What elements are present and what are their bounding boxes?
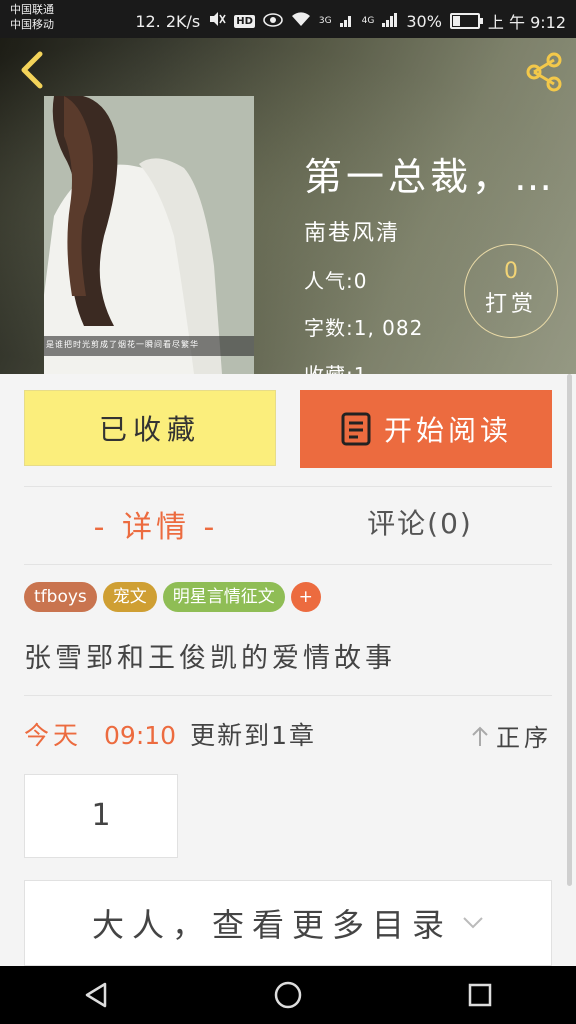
book-title: 第一总裁，… bbox=[304, 155, 557, 199]
favorites-value: :1 bbox=[346, 363, 367, 374]
system-nav-bar bbox=[0, 966, 576, 1024]
battery-percent: 30% bbox=[406, 11, 442, 31]
sort-order-label: 正序 bbox=[496, 724, 552, 752]
start-reading-label: 开始阅读 bbox=[383, 414, 512, 447]
battery-icon bbox=[449, 13, 483, 29]
status-bar: 中国联通 中国移动 12. 2K/s HD 3G 4G 30% 上 午 9:12 bbox=[0, 0, 576, 38]
wordcount-value: :1, 082 bbox=[346, 316, 424, 340]
divider bbox=[24, 564, 552, 565]
reward-count: 0 bbox=[504, 259, 518, 284]
triangle-back-icon bbox=[85, 982, 107, 1008]
popularity-value: :0 bbox=[346, 269, 368, 293]
circle-home-icon bbox=[274, 981, 302, 1009]
share-icon bbox=[526, 52, 562, 92]
chapter-number: 1 bbox=[91, 798, 111, 833]
update-day: 今天 bbox=[24, 721, 83, 750]
tag-chip[interactable]: 宠文 bbox=[102, 582, 157, 612]
nav-recents-button[interactable] bbox=[450, 973, 510, 1017]
cover-caption: 是谁把时光剪成了烟花一瞬间看尽繁华 bbox=[46, 340, 199, 349]
reward-button[interactable]: 0 打赏 bbox=[464, 244, 558, 338]
wordcount-label: 字数 bbox=[304, 316, 346, 340]
more-catalog-button[interactable]: 大人，查看更多目录 bbox=[24, 880, 552, 966]
book-author[interactable]: 南巷风清 bbox=[304, 215, 560, 247]
chevron-left-icon bbox=[21, 51, 43, 89]
clock: 上 午 9:12 bbox=[487, 13, 566, 32]
square-recents-icon bbox=[468, 983, 492, 1007]
tag-chip[interactable]: tfboys bbox=[24, 582, 97, 612]
popularity-label: 人气 bbox=[304, 269, 346, 293]
book-header: 是谁把时光剪成了烟花一瞬间看尽繁华 第一总裁，… 南巷风清 人气:0 字数:1,… bbox=[0, 38, 576, 374]
favorites-stat: 收藏:1 bbox=[304, 359, 560, 374]
mute-icon bbox=[208, 11, 226, 31]
book-icon bbox=[341, 412, 371, 446]
hd-badge: HD bbox=[234, 14, 255, 28]
scrollbar[interactable] bbox=[567, 374, 572, 886]
battery-level bbox=[452, 16, 460, 26]
favorite-label: 已收藏 bbox=[98, 413, 201, 446]
signal-icon-2 bbox=[382, 12, 398, 31]
network-4g: 4G bbox=[361, 16, 375, 26]
signal-icon-1 bbox=[339, 12, 354, 31]
favorite-button[interactable]: 已收藏 bbox=[24, 390, 276, 466]
book-description: 张雪郢和王俊凯的爱情故事 bbox=[24, 643, 396, 674]
add-tag-button[interactable]: + bbox=[290, 582, 321, 612]
update-info: 今天 09:10 更新到1章 bbox=[24, 716, 316, 752]
network-speed: 12. 2K/s bbox=[135, 11, 201, 31]
reward-label: 打赏 bbox=[484, 292, 537, 317]
carrier-info: 中国联通 中国移动 bbox=[10, 2, 54, 32]
chevron-down-icon bbox=[463, 917, 483, 929]
back-button[interactable] bbox=[14, 50, 50, 90]
wifi-icon bbox=[291, 11, 311, 31]
more-catalog-label: 大人，查看更多目录 bbox=[91, 906, 452, 944]
chapter-item[interactable]: 1 bbox=[24, 774, 178, 858]
sort-order-toggle[interactable]: 正序 bbox=[470, 718, 552, 753]
tab-detail[interactable]: - 详情 - bbox=[24, 502, 288, 546]
divider bbox=[24, 695, 552, 696]
book-detail-content: 已收藏 开始阅读 - 详情 - 评论(0) tfboys 宠文 明星言情征文 + 张雪… bbox=[0, 374, 576, 966]
tab-comments[interactable]: 评论(0) bbox=[288, 502, 552, 542]
network-3g: 3G bbox=[318, 16, 332, 26]
nav-back-button[interactable] bbox=[66, 973, 126, 1017]
tag-chip[interactable]: 明星言情征文 bbox=[162, 582, 285, 612]
book-cover[interactable]: 是谁把时光剪成了烟花一瞬间看尽繁华 bbox=[44, 96, 254, 374]
update-text: 更新到1章 bbox=[190, 721, 316, 750]
start-reading-button[interactable]: 开始阅读 bbox=[300, 390, 552, 468]
eye-icon bbox=[263, 12, 283, 31]
share-button[interactable] bbox=[522, 50, 566, 94]
cover-illustration bbox=[44, 96, 254, 374]
update-time: 09:10 bbox=[104, 721, 177, 750]
favorites-label: 收藏 bbox=[304, 359, 346, 374]
carrier-2: 中国移动 bbox=[10, 18, 54, 31]
carrier-1: 中国联通 bbox=[10, 3, 54, 16]
tag-list: tfboys 宠文 明星言情征文 + bbox=[24, 582, 321, 612]
arrow-up-icon bbox=[472, 726, 488, 746]
nav-home-button[interactable] bbox=[258, 973, 318, 1017]
divider bbox=[24, 486, 552, 487]
